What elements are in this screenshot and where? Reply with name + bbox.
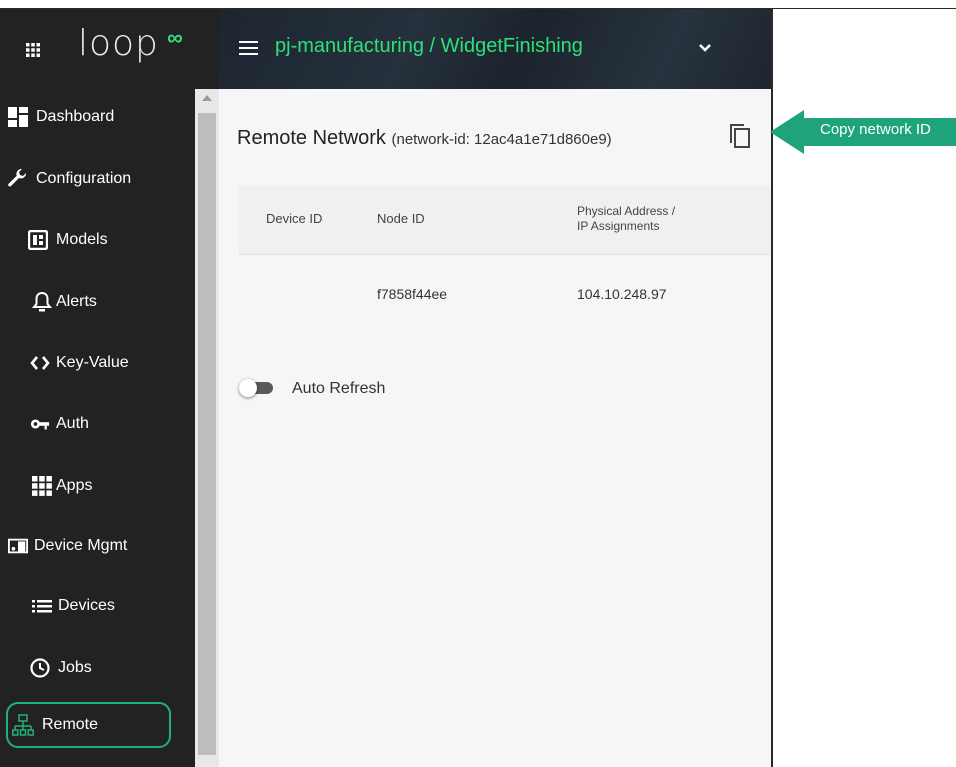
sidebar-item-label: Key-Value [56,354,129,371]
sidebar-item-remote[interactable]: Remote [6,702,171,748]
cell-address: 104.10.248.97 [577,286,667,302]
sidebar-item-label: Devices [58,597,115,614]
sidebar-item-alerts[interactable]: Alerts [0,282,195,322]
sidebar: Dashboard Configuration Models Alerts Ke… [0,89,195,767]
clock-icon [30,658,50,678]
sidebar-item-device-mgmt[interactable]: Device Mgmt [0,526,195,566]
sidebar-item-label: Device Mgmt [34,537,128,554]
scrollbar-thumb[interactable] [198,113,216,755]
main-content: Remote Network (network-id: 12ac4a1e71d8… [219,89,771,767]
column-header-physical-address: Physical Address / [577,204,676,218]
logo-bar: loop ∞ [0,9,219,89]
logo-text: loop [78,23,159,64]
project-selector[interactable]: pj-manufacturing / WidgetFinishing [275,35,583,58]
scroll-up-arrow-icon[interactable] [202,95,212,101]
dashboard-icon [8,107,28,127]
copy-network-id-callout: Copy network ID [770,110,956,154]
sidebar-item-configuration[interactable]: Configuration [0,159,195,199]
models-icon [28,230,48,250]
sidebar-item-label: Dashboard [36,108,115,125]
column-header-device-id: Device ID [266,211,323,226]
sidebar-item-label: Models [56,231,108,248]
column-header-ip-assignments: IP Assignments [577,219,660,233]
auto-refresh-label: Auto Refresh [292,380,386,397]
hamburger-menu-icon[interactable] [239,41,258,55]
column-header-node-id: Node ID [377,211,425,226]
copy-icon[interactable] [729,123,751,149]
network-id-text: (network-id: 12ac4a1e71d860e9) [391,131,612,148]
callout-text: Copy network ID [820,121,931,138]
top-bar: pj-manufacturing / WidgetFinishing [219,9,771,89]
key-icon [30,419,50,430]
sidebar-item-devices[interactable]: Devices [0,586,195,626]
logo-infinity-mark: ∞ [167,25,183,50]
sidebar-item-label: Configuration [36,170,132,187]
sidebar-item-jobs[interactable]: Jobs [0,648,195,688]
sidebar-item-key-value[interactable]: Key-Value [0,343,195,383]
wrench-icon [8,169,27,187]
cell-node-id: f7858f44ee [377,286,448,302]
chevron-down-icon[interactable] [698,43,712,53]
sidebar-item-label: Remote [42,716,99,733]
bell-icon [32,292,52,312]
device-mgmt-icon [8,538,28,554]
sidebar-item-label: Apps [56,477,93,494]
sidebar-item-models[interactable]: Models [0,220,195,260]
sidebar-item-label: Alerts [56,293,97,310]
apps-icon [32,476,52,496]
page-title-text: Remote Network [237,127,386,149]
app-grid-icon[interactable] [26,43,40,57]
code-icon [30,356,50,370]
list-icon [32,600,52,613]
auto-refresh-toggle[interactable] [239,379,275,397]
sidebar-item-label: Auth [56,415,89,432]
sidebar-item-auth[interactable]: Auth [0,404,195,444]
sidebar-item-dashboard[interactable]: Dashboard [0,97,195,137]
sidebar-item-apps[interactable]: Apps [0,466,195,506]
sidebar-item-label: Jobs [58,659,92,676]
table-header: Device ID Node ID Physical Address / IP … [239,186,771,255]
sidebar-scrollbar[interactable] [195,89,219,767]
network-icon [12,714,34,736]
page-title: Remote Network (network-id: 12ac4a1e71d8… [237,127,612,150]
